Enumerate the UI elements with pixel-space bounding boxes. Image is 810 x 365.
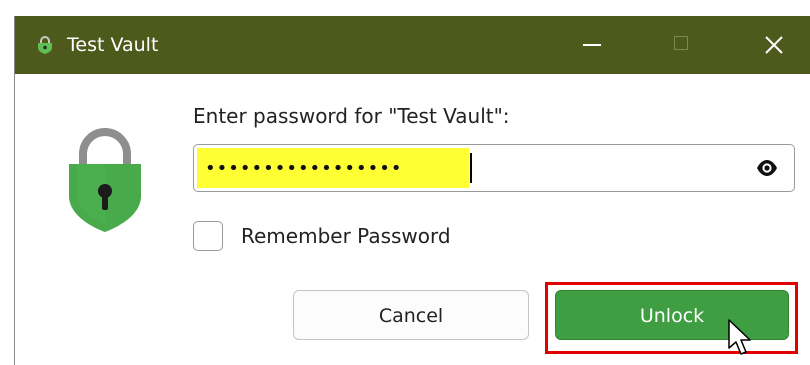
password-input[interactable] [197, 148, 469, 188]
padlock-icon [38, 36, 52, 54]
remember-password-row[interactable]: Remember Password [193, 219, 493, 255]
text-caret [470, 153, 472, 183]
title-bar[interactable]: Test Vault [15, 16, 810, 74]
minimize-button[interactable] [559, 16, 621, 74]
unlock-button[interactable]: Unlock [555, 290, 789, 340]
maximize-button [651, 16, 713, 74]
password-prompt: Enter password for "Test Vault": [193, 104, 510, 128]
unlock-dialog-window: Test Vault Enter password for "Test Vaul… [14, 16, 810, 365]
password-field[interactable] [193, 144, 795, 192]
mouse-cursor-icon [728, 319, 751, 355]
remember-password-checkbox[interactable] [193, 221, 223, 251]
close-button[interactable] [743, 16, 805, 74]
eye-icon[interactable] [756, 159, 778, 177]
window-title: Test Vault [67, 34, 159, 56]
cancel-button[interactable]: Cancel [293, 290, 529, 340]
padlock-icon [69, 128, 141, 232]
screen: Test Vault Enter password for "Test Vaul… [0, 0, 810, 365]
close-icon [765, 36, 783, 54]
remember-password-label[interactable]: Remember Password [241, 221, 451, 251]
